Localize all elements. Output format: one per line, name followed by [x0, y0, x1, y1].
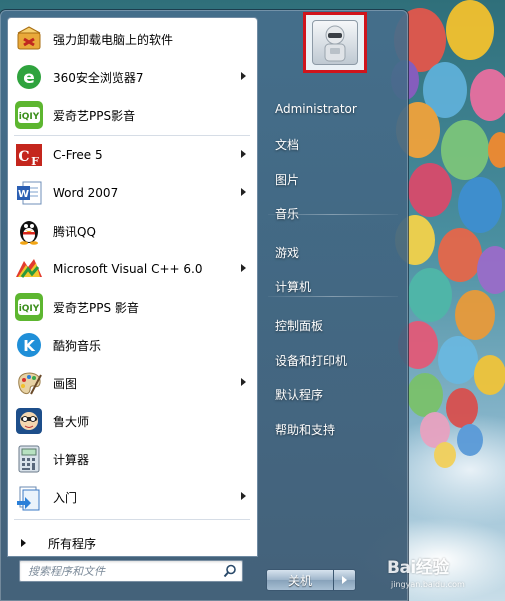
right-item-label: 设备和打印机	[275, 353, 348, 368]
program-item[interactable]: e 360安全浏览器7	[11, 59, 254, 95]
program-item[interactable]: iQIY 爱奇艺PPS 影音	[11, 289, 254, 325]
program-label: 腾讯QQ	[53, 224, 96, 239]
right-item-devices-printers[interactable]: 设备和打印机	[266, 346, 400, 374]
right-item-label: Administrator	[275, 102, 357, 116]
svg-text:W: W	[18, 189, 29, 200]
program-label: 爱奇艺PPS 影音	[53, 300, 139, 315]
submenu-arrow-icon	[241, 72, 246, 80]
getting-started-icon	[13, 481, 45, 513]
right-item-label: 图片	[275, 172, 300, 187]
program-item[interactable]: 强力卸载电脑上的软件	[11, 21, 254, 57]
word-icon: W	[13, 177, 45, 209]
all-programs-separator	[14, 519, 250, 520]
qq-penguin-icon	[13, 215, 45, 247]
program-label: 360安全浏览器7	[53, 70, 144, 85]
right-item-default-programs[interactable]: 默认程序	[266, 380, 400, 408]
program-item[interactable]: 入门	[11, 479, 254, 515]
right-item-label: 文档	[275, 137, 300, 152]
search-box[interactable]	[19, 560, 243, 582]
program-item[interactable]: 腾讯QQ	[11, 213, 254, 249]
right-item-label: 游戏	[275, 245, 300, 260]
submenu-arrow-icon	[241, 188, 246, 196]
program-item[interactable]: 鲁大师	[11, 403, 254, 439]
user-picture[interactable]	[312, 20, 358, 65]
baidu-watermark: Bai经验 jingyan.baidu.com	[385, 553, 503, 597]
right-item-music[interactable]: 音乐	[266, 199, 400, 227]
right-item-label: 帮助和支持	[275, 422, 336, 437]
program-label: Word 2007	[53, 186, 119, 200]
all-programs-label: 所有程序	[48, 536, 97, 551]
shutdown-label: 关机	[287, 573, 312, 588]
start-menu: 强力卸载电脑上的软件 e 360安全浏览器7 iQIY 爱奇艺PPS影音 C F C-Free…	[0, 10, 408, 601]
program-item[interactable]: K 酷狗音乐	[11, 327, 254, 363]
cfree-icon: CF	[13, 139, 45, 171]
svg-text:F: F	[31, 155, 39, 168]
right-item-label: 控制面板	[275, 318, 324, 333]
programs-separator	[14, 135, 250, 136]
right-item-documents[interactable]: 文档	[266, 130, 400, 158]
svg-text:e: e	[23, 68, 35, 88]
all-programs-button[interactable]: 所有程序	[8, 529, 257, 557]
watermark-main: Bai经验	[387, 558, 449, 578]
right-item-control-panel[interactable]: 控制面板	[266, 311, 400, 339]
program-item[interactable]: Microsoft Visual C++ 6.0	[11, 251, 254, 287]
program-label: C-Free 5	[53, 148, 103, 162]
submenu-arrow-icon	[241, 378, 246, 386]
shutdown-button[interactable]: 关机	[266, 569, 334, 591]
right-item-pictures[interactable]: 图片	[266, 165, 400, 193]
program-label: 计算器	[53, 452, 90, 467]
iqiyi-pps-icon: iQIY	[13, 291, 45, 323]
arrow-right-icon	[342, 576, 347, 584]
program-label: 画图	[53, 376, 78, 391]
360-browser-icon: e	[13, 61, 45, 93]
svg-text:iQIY: iQIY	[19, 304, 40, 314]
program-item[interactable]: iQIY 爱奇艺PPS影音	[11, 97, 254, 133]
svg-text:K: K	[23, 337, 36, 355]
watermark-sub: jingyan.baidu.com	[391, 580, 465, 589]
search-icon[interactable]	[223, 564, 237, 578]
uninstaller-box-icon	[13, 23, 45, 55]
right-separator	[268, 296, 398, 297]
paint-palette-icon	[13, 367, 45, 399]
program-label: Microsoft Visual C++ 6.0	[53, 262, 203, 276]
right-item-label: 计算机	[275, 279, 312, 294]
svg-text:C: C	[18, 149, 29, 165]
program-item[interactable]: W Word 2007	[11, 175, 254, 211]
program-item[interactable]: 画图	[11, 365, 254, 401]
svg-text:iQIY: iQIY	[19, 112, 40, 122]
program-label: 爱奇艺PPS影音	[53, 108, 136, 123]
arrow-right-icon	[21, 539, 26, 547]
programs-pane: 强力卸载电脑上的软件 e 360安全浏览器7 iQIY 爱奇艺PPS影音 C F C-Free…	[7, 17, 258, 557]
program-label: 酷狗音乐	[53, 338, 102, 353]
right-item-games[interactable]: 游戏	[266, 238, 400, 266]
search-input[interactable]	[20, 561, 216, 581]
right-item-label: 音乐	[275, 206, 300, 221]
calculator-icon	[13, 443, 45, 475]
right-item-label: 默认程序	[275, 387, 324, 402]
right-separator	[268, 214, 398, 215]
program-label: 鲁大师	[53, 414, 90, 429]
kugou-icon: K	[13, 329, 45, 361]
program-item[interactable]: 计算器	[11, 441, 254, 477]
submenu-arrow-icon	[241, 264, 246, 272]
ludashi-icon	[13, 405, 45, 437]
program-label: 强力卸载电脑上的软件	[53, 32, 174, 47]
shutdown-options-button[interactable]	[334, 569, 356, 591]
right-item-help-support[interactable]: 帮助和支持	[266, 415, 400, 443]
right-item-administrator[interactable]: Administrator	[266, 95, 400, 123]
program-item[interactable]: C F C-Free 5	[11, 137, 254, 173]
user-picture-highlight	[303, 12, 367, 73]
robot-avatar-icon	[324, 25, 346, 62]
iqiyi-pps-icon: iQIY	[13, 99, 45, 131]
submenu-arrow-icon	[241, 492, 246, 500]
submenu-arrow-icon	[241, 150, 246, 158]
visual-cpp-icon	[13, 253, 45, 285]
program-label: 入门	[53, 490, 78, 505]
